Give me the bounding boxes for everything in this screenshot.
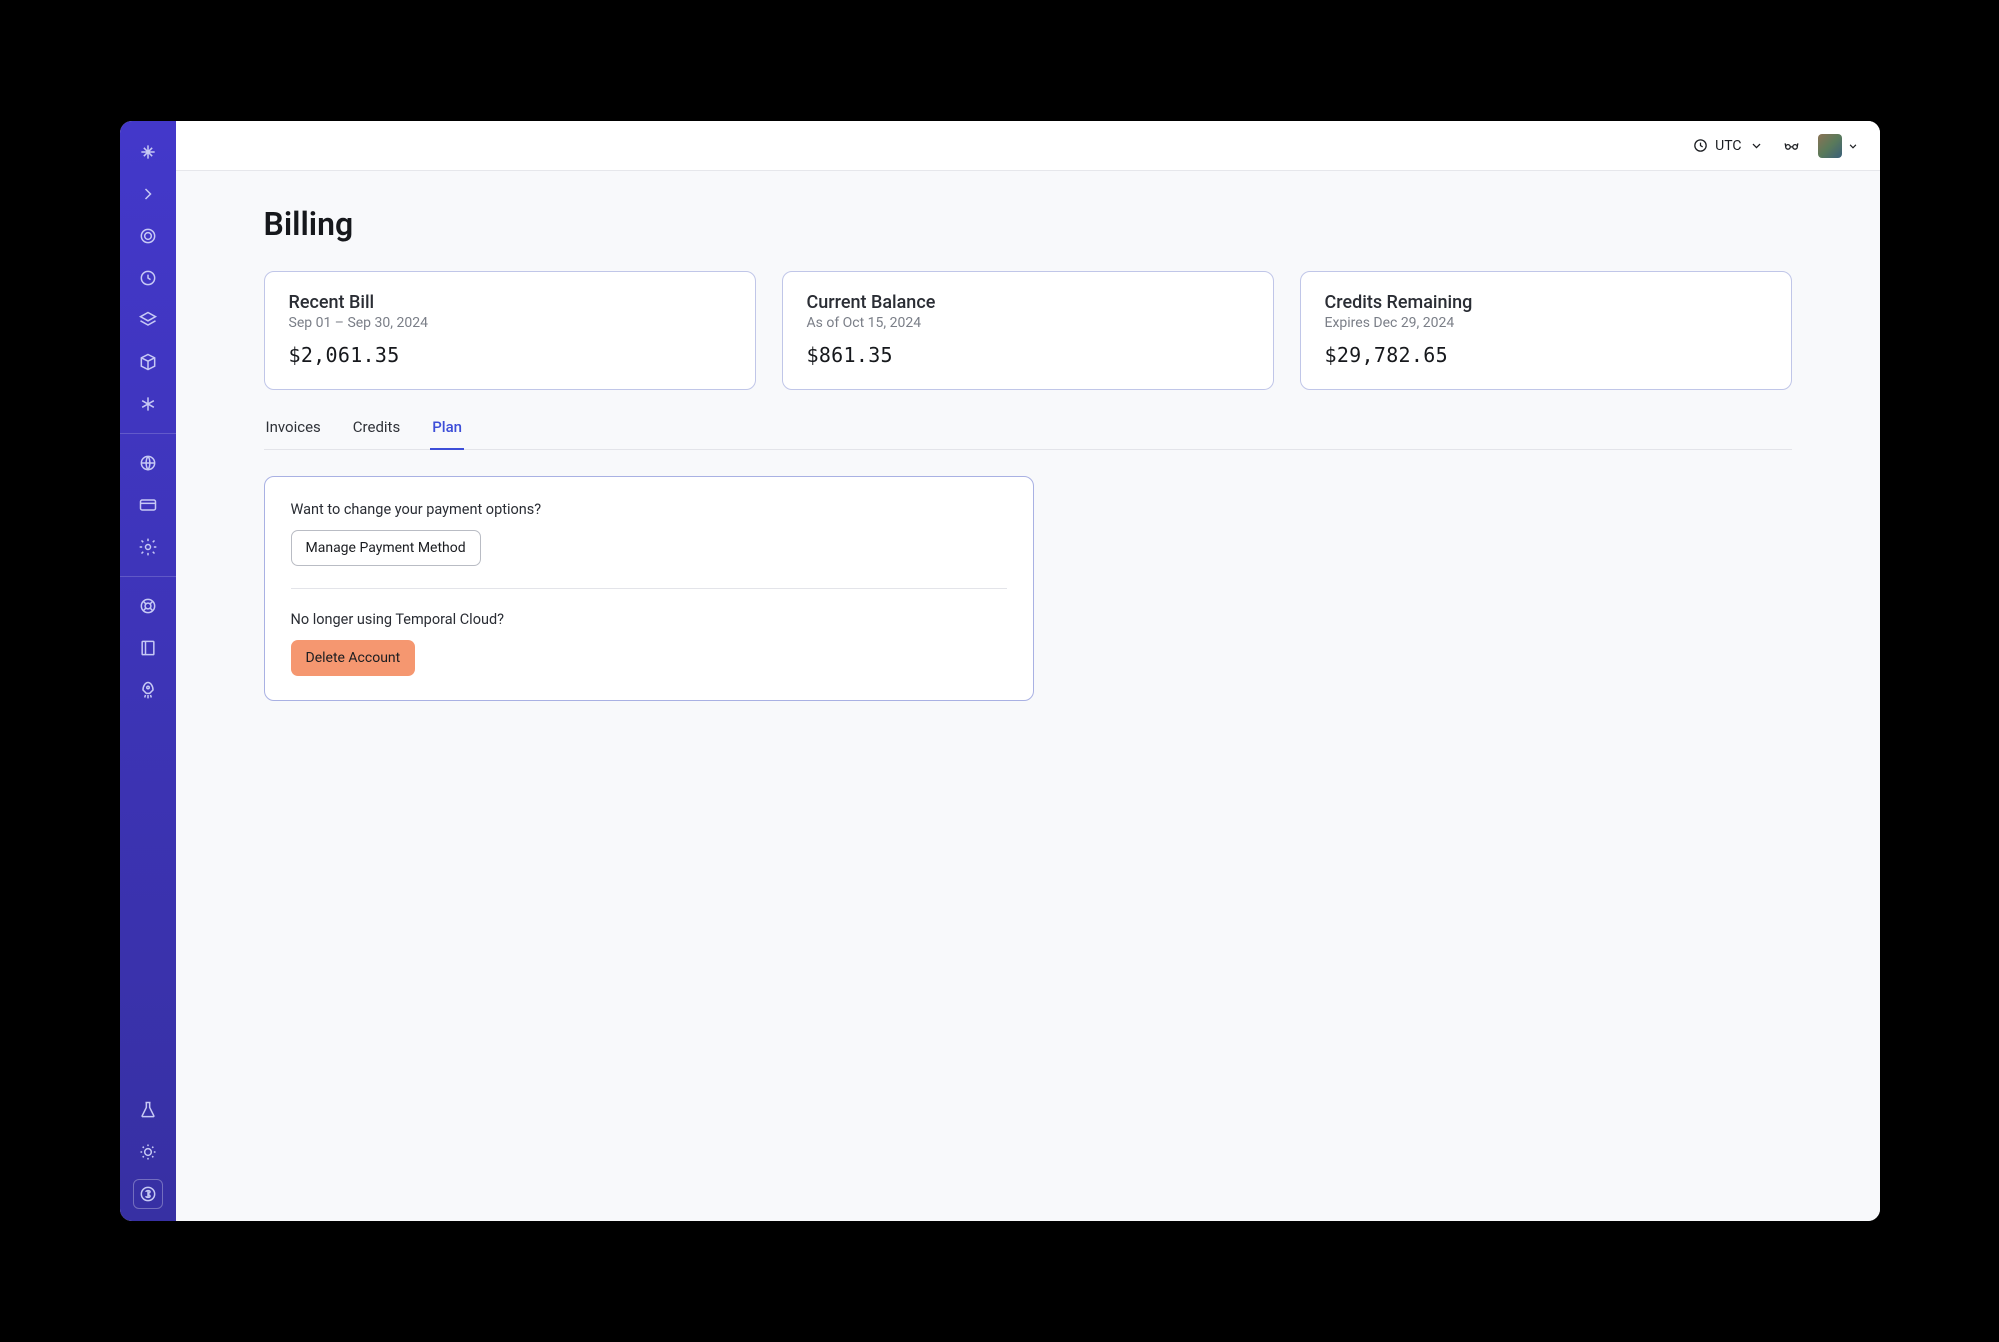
rocket-icon[interactable] [128, 670, 168, 710]
tabs: Invoices Credits Plan [264, 418, 1792, 450]
flask-icon[interactable] [128, 1090, 168, 1130]
card-sub: As of Oct 15, 2024 [807, 315, 1249, 331]
chevron-down-icon [1748, 137, 1765, 154]
card-amount: $2,061.35 [289, 343, 731, 367]
card-amount: $861.35 [807, 343, 1249, 367]
asterisk-icon[interactable] [128, 384, 168, 424]
plan-card: Want to change your payment options? Man… [264, 476, 1034, 701]
book-icon[interactable] [128, 628, 168, 668]
target-icon[interactable] [128, 216, 168, 256]
summary-cards: Recent Bill Sep 01 – Sep 30, 2024 $2,061… [264, 271, 1792, 390]
card-sub: Expires Dec 29, 2024 [1325, 315, 1767, 331]
credit-card-icon[interactable] [128, 485, 168, 525]
card-title: Credits Remaining [1325, 292, 1767, 313]
card-title: Recent Bill [289, 292, 731, 313]
sidebar [120, 121, 176, 1221]
card-title: Current Balance [807, 292, 1249, 313]
main: UTC Billing Recent Bill Sep 01 – Sep 30,… [176, 121, 1880, 1221]
sidebar-divider [120, 433, 176, 434]
globe-icon[interactable] [128, 443, 168, 483]
content: Billing Recent Bill Sep 01 – Sep 30, 202… [176, 171, 1880, 735]
topbar: UTC [176, 121, 1880, 171]
card-sub: Sep 01 – Sep 30, 2024 [289, 315, 731, 331]
currency-icon[interactable] [133, 1179, 163, 1209]
card-current-balance: Current Balance As of Oct 15, 2024 $861.… [782, 271, 1274, 390]
tab-plan[interactable]: Plan [430, 418, 464, 450]
clock-icon[interactable] [128, 258, 168, 298]
app-window: UTC Billing Recent Bill Sep 01 – Sep 30,… [120, 121, 1880, 1221]
delete-prompt: No longer using Temporal Cloud? [291, 611, 1007, 628]
life-ring-icon[interactable] [128, 586, 168, 626]
timezone-picker[interactable]: UTC [1692, 137, 1764, 154]
user-menu[interactable] [1818, 134, 1860, 158]
card-recent-bill: Recent Bill Sep 01 – Sep 30, 2024 $2,061… [264, 271, 756, 390]
glasses-icon[interactable] [1783, 137, 1800, 154]
chevron-right-icon[interactable] [128, 174, 168, 214]
logo-icon[interactable] [128, 132, 168, 172]
cube-icon[interactable] [128, 342, 168, 382]
page-title: Billing [264, 205, 1792, 243]
timezone-label: UTC [1715, 138, 1741, 154]
sidebar-divider [120, 576, 176, 577]
divider [291, 588, 1007, 589]
chevron-down-icon [1846, 139, 1860, 153]
tab-credits[interactable]: Credits [351, 418, 402, 450]
tab-invoices[interactable]: Invoices [264, 418, 323, 450]
layers-icon[interactable] [128, 300, 168, 340]
payment-prompt: Want to change your payment options? [291, 501, 1007, 518]
avatar [1818, 134, 1842, 158]
card-amount: $29,782.65 [1325, 343, 1767, 367]
card-credits-remaining: Credits Remaining Expires Dec 29, 2024 $… [1300, 271, 1792, 390]
gear-icon[interactable] [128, 527, 168, 567]
delete-account-button[interactable]: Delete Account [291, 640, 416, 676]
sun-icon[interactable] [128, 1132, 168, 1172]
manage-payment-button[interactable]: Manage Payment Method [291, 530, 481, 566]
